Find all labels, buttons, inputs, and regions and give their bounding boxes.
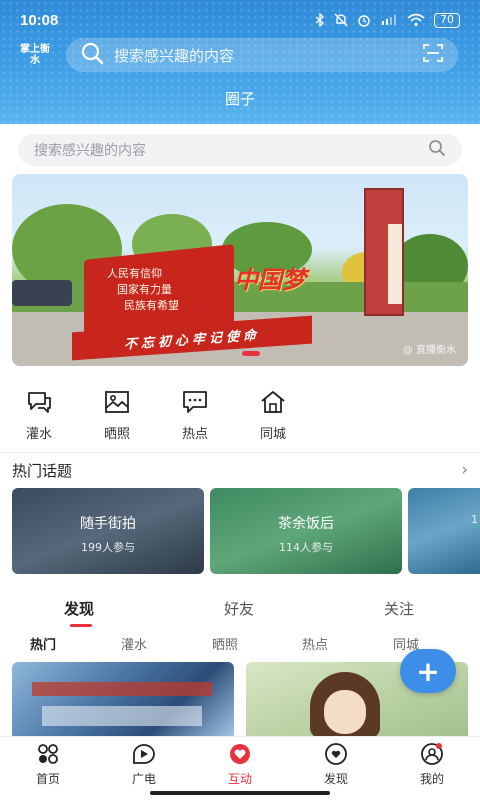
scan-icon[interactable] bbox=[422, 43, 444, 67]
banner-wall-line: 民族有希望 bbox=[124, 299, 179, 312]
quick-entry-label: 晒照 bbox=[103, 427, 130, 442]
subtab-hot[interactable]: 热门 bbox=[30, 634, 56, 653]
search-icon bbox=[80, 41, 104, 69]
active-tab-indicator bbox=[70, 624, 92, 627]
header: 10:08 70 掌上衡水 搜索感兴趣的内容 圈子 bbox=[0, 0, 480, 124]
topic-card[interactable]: 茶余饭后 114人参与 bbox=[210, 488, 402, 574]
banner-car bbox=[12, 280, 72, 306]
nav-item-broadcast[interactable]: 广电 bbox=[114, 741, 174, 787]
feed-card-image-detail bbox=[32, 682, 212, 696]
section-divider bbox=[0, 452, 480, 453]
banner-pager-indicator[interactable] bbox=[242, 351, 260, 356]
banner-watermark: @ 直播衡水 bbox=[402, 345, 456, 356]
quick-entry-guanshui[interactable]: 灌水 bbox=[11, 388, 67, 442]
play-icon bbox=[114, 741, 174, 767]
nav-item-profile[interactable]: 我的 bbox=[402, 741, 462, 787]
nav-label: 首页 bbox=[35, 772, 60, 786]
banner-carousel[interactable]: 人民有信仰 国家有力量 民族有希望 中国梦 不忘初心牢记使命 @ 直播衡水 bbox=[12, 174, 468, 366]
quick-entry-tongcheng[interactable]: 同城 bbox=[245, 388, 301, 442]
feed-card-image-detail bbox=[42, 706, 202, 726]
create-post-button[interactable]: + bbox=[400, 649, 456, 693]
topic-count: 1 bbox=[471, 513, 478, 526]
banner-tower-sign bbox=[388, 224, 402, 304]
chat-icon bbox=[11, 388, 67, 416]
battery-icon: 70 bbox=[434, 12, 460, 28]
quick-entry-label: 灌水 bbox=[25, 427, 52, 442]
nav-item-home[interactable]: 首页 bbox=[18, 741, 78, 787]
status-time: 10:08 bbox=[20, 11, 59, 29]
tab-discover[interactable]: 发现 bbox=[64, 598, 94, 619]
quick-entry-label: 同城 bbox=[259, 427, 286, 442]
feed-card-image-detail bbox=[324, 690, 366, 734]
subtab-guanshui[interactable]: 灌水 bbox=[121, 634, 147, 653]
home-grid-icon bbox=[18, 741, 78, 767]
topic-name: 随手街拍 bbox=[80, 516, 136, 532]
content-search-input[interactable]: 搜索感兴趣的内容 bbox=[18, 134, 462, 166]
hd-signal-icon bbox=[380, 13, 398, 27]
hot-topics-title: 热门话题 bbox=[12, 462, 73, 480]
status-icons: 70 bbox=[315, 12, 460, 28]
tab-friends[interactable]: 好友 bbox=[224, 598, 254, 619]
topic-card[interactable]: 随手街拍 199人参与 bbox=[12, 488, 204, 574]
content-search-placeholder: 搜索感兴趣的内容 bbox=[34, 143, 146, 159]
nav-item-interact[interactable]: 互动 bbox=[210, 741, 270, 787]
alarm-icon bbox=[357, 13, 371, 27]
quick-entry-label: 热点 bbox=[181, 427, 208, 442]
status-bar: 10:08 70 bbox=[0, 0, 480, 40]
mute-icon bbox=[334, 13, 348, 27]
image-icon bbox=[89, 388, 145, 416]
bluetooth-icon bbox=[315, 13, 325, 27]
quick-entry-redian[interactable]: 热点 bbox=[167, 388, 223, 442]
nav-item-discover[interactable]: 发现 bbox=[306, 741, 366, 787]
home-icon bbox=[245, 388, 301, 416]
home-indicator[interactable] bbox=[150, 791, 330, 795]
topic-card[interactable]: 1 bbox=[408, 488, 480, 574]
tab-following[interactable]: 关注 bbox=[384, 598, 414, 619]
message-icon bbox=[167, 388, 223, 416]
profile-icon bbox=[402, 741, 462, 767]
nav-label: 互动 bbox=[227, 772, 252, 786]
nav-label: 广电 bbox=[131, 772, 156, 786]
nav-label: 我的 bbox=[419, 772, 444, 786]
wifi-icon bbox=[407, 13, 425, 27]
subtab-redian[interactable]: 热点 bbox=[302, 634, 328, 653]
chevron-right-icon[interactable]: › bbox=[461, 460, 468, 480]
banner-dream-text: 中国梦 bbox=[234, 266, 306, 294]
quick-entry-row: 灌水 晒照 热点 同城 bbox=[0, 388, 480, 444]
banner-wall-line: 国家有力量 bbox=[117, 283, 172, 296]
brand-logo[interactable]: 掌上衡水 bbox=[20, 44, 50, 66]
nav-label: 发现 bbox=[323, 772, 348, 786]
topic-count: 199人参与 bbox=[81, 541, 135, 554]
subtab-shaizhao[interactable]: 晒照 bbox=[212, 634, 238, 653]
discover-icon bbox=[306, 741, 366, 767]
header-search-placeholder: 搜索感兴趣的内容 bbox=[114, 46, 235, 65]
banner-wall-line: 人民有信仰 bbox=[107, 267, 162, 280]
feed-card[interactable] bbox=[12, 662, 234, 738]
page-title: 圈子 bbox=[224, 90, 255, 108]
topic-name: 茶余饭后 bbox=[278, 516, 334, 532]
search-icon bbox=[428, 139, 446, 161]
quick-entry-shaizhao[interactable]: 晒照 bbox=[89, 388, 145, 442]
topic-count: 114人参与 bbox=[279, 541, 333, 554]
header-search-bar[interactable]: 搜索感兴趣的内容 bbox=[66, 38, 458, 72]
app-screen: 10:08 70 掌上衡水 搜索感兴趣的内容 圈子 搜索感兴趣的内容 人民有信仰… bbox=[0, 0, 480, 800]
interact-icon bbox=[210, 741, 270, 767]
